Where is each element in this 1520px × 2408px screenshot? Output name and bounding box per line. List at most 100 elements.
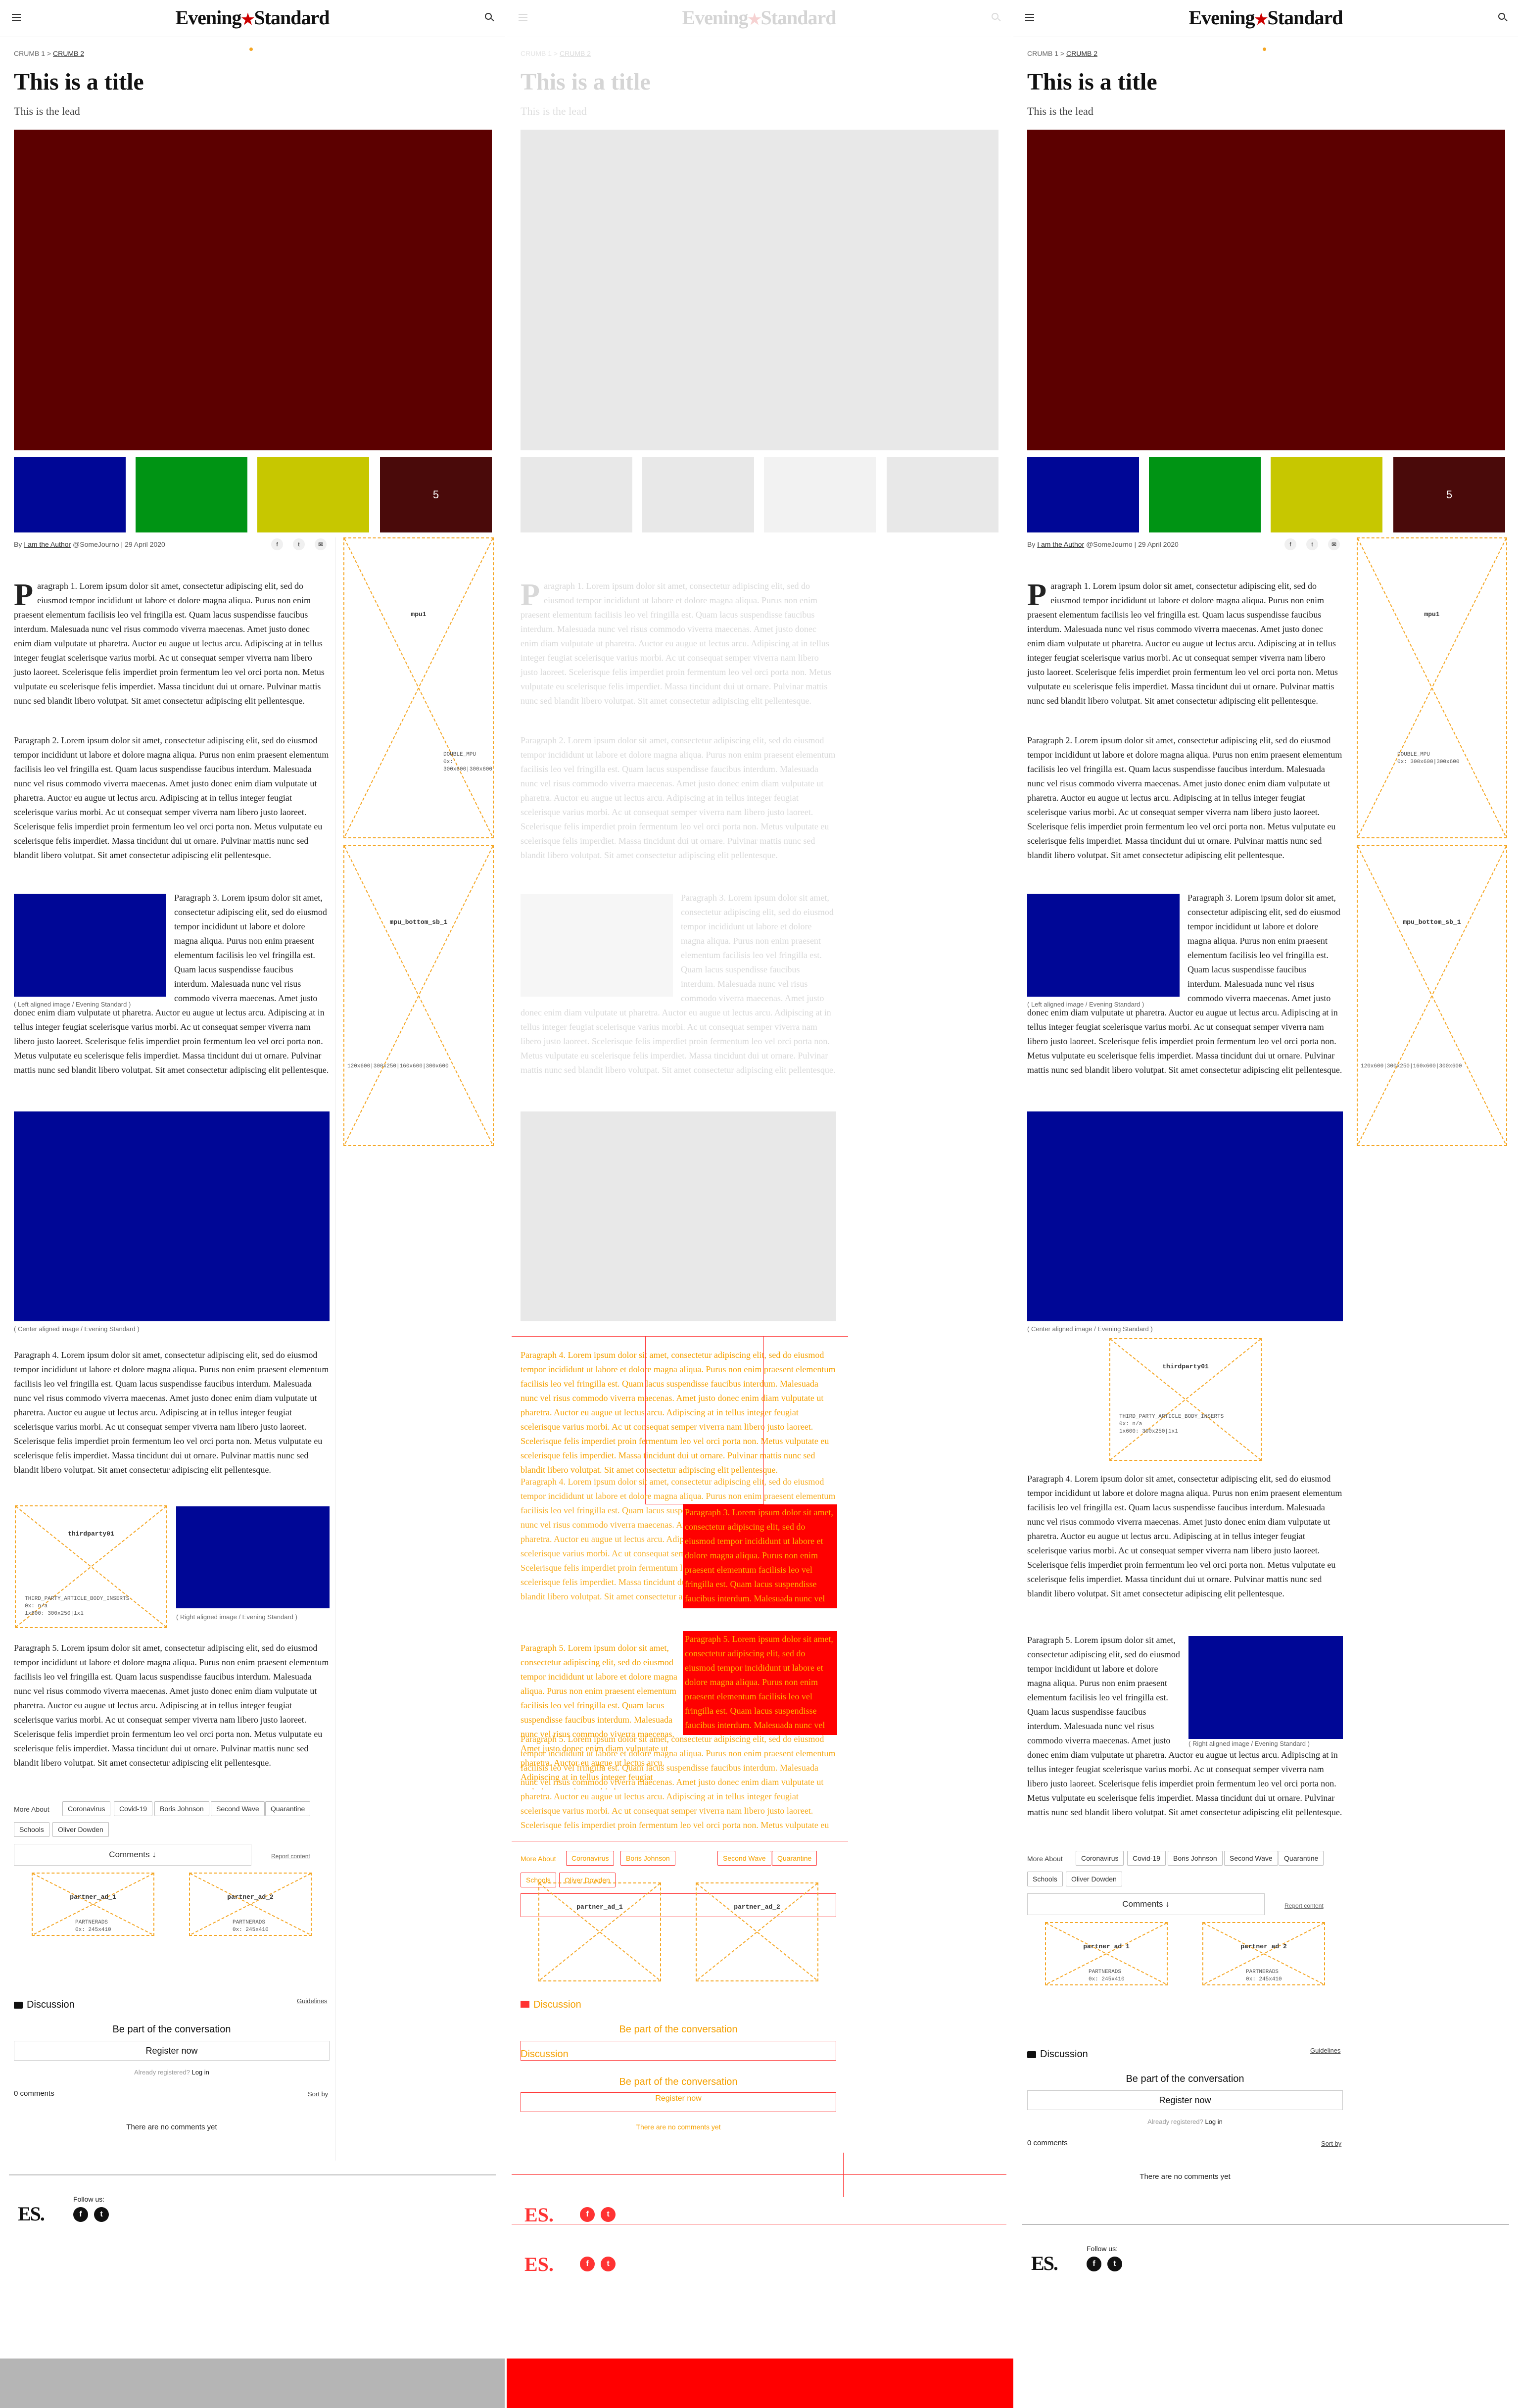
twitter-share-icon[interactable]: t	[293, 538, 305, 550]
drop-cap: P	[1027, 577, 1047, 612]
email-share-icon[interactable]: ✉	[1328, 538, 1340, 550]
sort-by-link[interactable]: Sort by	[1321, 2140, 1341, 2147]
tag-quarantine[interactable]: Quarantine	[265, 1801, 311, 1816]
partner-ad-2[interactable]: partner_ad_2 PARTNERADS 0x: 245x410	[189, 1873, 312, 1936]
partner-ad-1[interactable]: partner_ad_1 PARTNERADS 0x: 245x410	[1045, 1922, 1168, 1985]
guidelines-link[interactable]: Guidelines	[1310, 2047, 1340, 2054]
register-button[interactable]: Register now	[14, 2041, 330, 2061]
author-link[interactable]: I am the Author	[24, 540, 71, 548]
partner-ad-2[interactable]: partner_ad_2 PARTNERADS 0x: 245x410	[1202, 1922, 1325, 1985]
mpu1-ad-slot[interactable]: mpu1 DOUBLE_MPU 0x: 300x600|300x600	[343, 537, 494, 838]
login-link[interactable]: Log in	[191, 2069, 209, 2076]
overlay-partner-ad-1[interactable]: partner_ad_1	[538, 1882, 661, 1981]
crumb-2[interactable]: CRUMB 2	[1066, 49, 1097, 57]
overlay-partner-ad-2[interactable]: partner_ad_2	[696, 1882, 818, 1981]
facebook-share-icon[interactable]: f	[1284, 538, 1296, 550]
overlay-more-about: More About	[521, 1855, 556, 1863]
mpu-bottom-ad-slot[interactable]: mpu_bottom_sb_1 120x600|300x250|160x600|…	[1357, 845, 1507, 1146]
left-aligned-image[interactable]	[1027, 894, 1180, 997]
comments-button[interactable]: Comments ↓	[14, 1844, 251, 1866]
tag-coronavirus[interactable]: Coronavirus	[1076, 1851, 1124, 1866]
ad-meta-line: THIRD_PARTY_ARTICLE_BODY_INSERTS	[25, 1596, 130, 1602]
tag-boris-johnson[interactable]: Boris Johnson	[154, 1801, 209, 1816]
tag-covid-19[interactable]: Covid-19	[114, 1801, 153, 1816]
facebook-icon[interactable]: f	[1087, 2257, 1101, 2271]
page-title: This is a title	[521, 69, 651, 95]
crumb-2[interactable]: CRUMB 2	[560, 49, 591, 57]
crumb-1[interactable]: CRUMB 1	[1027, 49, 1058, 57]
overlay-tag[interactable]: Quarantine	[772, 1851, 817, 1866]
crumb-1[interactable]: CRUMB 1	[521, 49, 552, 57]
twitter-icon[interactable]: t	[601, 2257, 616, 2271]
center-aligned-image[interactable]	[14, 1111, 330, 1321]
email-share-icon[interactable]: ✉	[315, 538, 327, 550]
facebook-share-icon[interactable]: f	[271, 538, 283, 550]
no-comments-message: There are no comments yet	[126, 2123, 217, 2131]
overlay-tag[interactable]: Coronavirus	[566, 1851, 615, 1866]
footer-logo[interactable]: ES.	[1031, 2252, 1058, 2275]
gallery-thumb-2[interactable]	[136, 457, 247, 532]
gallery-thumb-1[interactable]	[14, 457, 126, 532]
site-logo[interactable]: Evening★Standard	[1013, 6, 1518, 29]
gallery-thumb-1[interactable]	[1027, 457, 1139, 532]
hero-image[interactable]	[14, 130, 492, 450]
author-twitter[interactable]: @SomeJourno	[73, 540, 119, 548]
tag-quarantine[interactable]: Quarantine	[1279, 1851, 1324, 1866]
left-aligned-image[interactable]	[14, 894, 166, 997]
twitter-icon[interactable]: t	[94, 2207, 109, 2222]
thirdparty-ad-slot[interactable]: thirdparty01 THIRD_PARTY_ARTICLE_BODY_IN…	[15, 1505, 167, 1628]
overlay-tag[interactable]: Second Wave	[717, 1851, 771, 1866]
facebook-icon[interactable]: f	[73, 2207, 88, 2222]
tag-schools[interactable]: Schools	[1027, 1872, 1063, 1886]
comments-button[interactable]: Comments ↓	[1027, 1893, 1265, 1915]
tag-boris-johnson[interactable]: Boris Johnson	[1168, 1851, 1223, 1866]
mpu1-ad-slot[interactable]: mpu1 DOUBLE_MPU 0x: 300x600|300x600	[1357, 537, 1507, 838]
gallery-thumb-3[interactable]	[257, 457, 369, 532]
mpu-bottom-ad-slot[interactable]: mpu_bottom_sb_1 120x600|300x250|160x600|…	[343, 845, 494, 1146]
report-content-link[interactable]: Report content	[271, 1853, 310, 1860]
comment-count: 0 comments	[14, 2089, 54, 2098]
right-aligned-image[interactable]	[176, 1506, 330, 1608]
tag-second-wave[interactable]: Second Wave	[1224, 1851, 1278, 1866]
facebook-icon[interactable]: f	[580, 2207, 595, 2222]
register-button[interactable]: Register now	[1027, 2090, 1343, 2110]
author-link[interactable]: I am the Author	[1037, 540, 1084, 548]
tag-oliver-dowden[interactable]: Oliver Dowden	[1066, 1872, 1122, 1886]
gallery-thumb-2[interactable]	[1149, 457, 1261, 532]
left-aligned-image[interactable]	[521, 894, 673, 997]
facebook-icon[interactable]: f	[580, 2257, 595, 2271]
gallery-more-count[interactable]: 5	[380, 457, 492, 532]
tag-oliver-dowden[interactable]: Oliver Dowden	[52, 1822, 109, 1837]
overlay-tag[interactable]: Boris Johnson	[620, 1851, 675, 1866]
partner-ad-1[interactable]: partner_ad_1 PARTNERADS 0x: 245x410	[32, 1873, 154, 1936]
site-logo[interactable]: Evening★Standard	[507, 6, 1011, 29]
ad-meta-line: 0x: 300x600|300x600	[443, 759, 493, 772]
thirdparty-ad-slot[interactable]: thirdparty01 THIRD_PARTY_ARTICLE_BODY_IN…	[1109, 1338, 1262, 1461]
gallery-thumb-3[interactable]	[1271, 457, 1382, 532]
tag-schools[interactable]: Schools	[14, 1822, 49, 1837]
footer-logo[interactable]: ES.	[18, 2202, 45, 2225]
center-aligned-image[interactable]	[1027, 1111, 1343, 1321]
search-icon[interactable]	[992, 13, 998, 20]
author-twitter[interactable]: @SomeJourno	[1086, 540, 1133, 548]
sort-by-link[interactable]: Sort by	[308, 2090, 328, 2098]
overlay-footer-logo: ES.	[524, 2204, 554, 2226]
twitter-icon[interactable]: t	[1107, 2257, 1122, 2271]
gallery-more-count[interactable]: 5	[1393, 457, 1505, 532]
site-logo[interactable]: Evening★Standard	[0, 6, 505, 29]
twitter-share-icon[interactable]: t	[1306, 538, 1318, 550]
login-link[interactable]: Log in	[1205, 2118, 1222, 2125]
hero-image[interactable]	[1027, 130, 1505, 450]
crumb-1[interactable]: CRUMB 1	[14, 49, 45, 57]
right-aligned-image[interactable]	[1188, 1636, 1343, 1739]
paragraph-1: Paragraph 1. Lorem ipsum dolor sit amet,…	[521, 579, 836, 708]
search-icon[interactable]	[1498, 13, 1505, 20]
tag-coronavirus[interactable]: Coronavirus	[62, 1801, 111, 1816]
report-content-link[interactable]: Report content	[1284, 1902, 1324, 1909]
twitter-icon[interactable]: t	[601, 2207, 616, 2222]
tag-covid-19[interactable]: Covid-19	[1127, 1851, 1166, 1866]
tag-second-wave[interactable]: Second Wave	[211, 1801, 265, 1816]
guidelines-link[interactable]: Guidelines	[297, 1997, 327, 2005]
crumb-2[interactable]: CRUMB 2	[53, 49, 84, 57]
search-icon[interactable]	[485, 13, 492, 20]
